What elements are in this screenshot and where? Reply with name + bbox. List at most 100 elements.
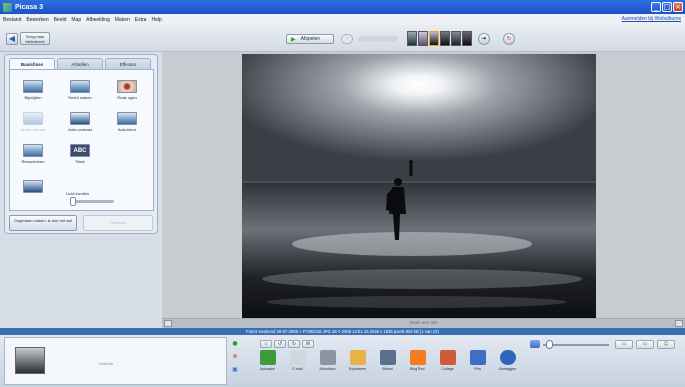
collage-label: Collage — [441, 367, 454, 371]
window-controls: _ □ × — [651, 2, 683, 12]
export-label: Exporteren — [348, 367, 367, 371]
thumbnail-strip — [407, 31, 472, 46]
basic-fixes-pane: Bijsnijden Recht maken Rode ogen Ik doe … — [9, 69, 154, 211]
rotate-right-icon[interactable]: ↻ — [288, 340, 300, 348]
menu-picture[interactable]: Afbeelding — [86, 17, 110, 23]
menu-help[interactable]: Help — [151, 17, 161, 23]
caption-bar: Maak een titel — [162, 318, 685, 328]
caption-input[interactable]: Maak een titel — [162, 320, 685, 325]
movie-label: Film — [474, 367, 481, 371]
edit-panel: Basisfixes Afstellen Effecten Bijsnijden… — [4, 54, 158, 234]
fill-light-label: Licht invullen — [66, 191, 90, 196]
timeline-button[interactable]: ◔ — [341, 34, 353, 44]
rotate-icon[interactable]: ↻ — [503, 33, 515, 45]
fit-view-icon[interactable]: ▭ — [615, 340, 633, 349]
retouch-tool[interactable]: Retoucheren — [12, 144, 54, 164]
thumbnail[interactable] — [440, 31, 450, 46]
play-icon: ▶ — [291, 35, 296, 43]
thumbnail[interactable] — [462, 31, 472, 46]
next-arrow-icon[interactable]: ➔ — [478, 33, 490, 45]
tab-basic-fixes[interactable]: Basisfixes — [9, 58, 55, 69]
maximize-button[interactable]: □ — [662, 2, 672, 12]
selection-tray: Selectie — [4, 337, 227, 385]
back-to-library-label: Terug naar bibliotheek — [20, 32, 50, 45]
toolbar-slider[interactable] — [358, 36, 398, 42]
edit-tabs: Basisfixes Afstellen Effecten — [9, 58, 151, 69]
menu-folder[interactable]: Map — [71, 17, 81, 23]
email-icon — [289, 350, 306, 365]
auto-contrast-tool[interactable]: Auto-contrast — [59, 112, 101, 132]
tray-thumbnail[interactable] — [15, 347, 45, 374]
fill-light-slider[interactable] — [70, 200, 114, 203]
auto-contrast-icon — [70, 112, 90, 125]
back-to-library-button[interactable]: ◀ Terug naar bibliotheek — [6, 31, 52, 46]
rotate-left-icon[interactable]: ↺ — [274, 340, 286, 348]
geotag-label: Geotaggen — [498, 367, 517, 371]
blogthis-label: BlogThis! — [410, 367, 425, 371]
export-folder-icon — [349, 350, 366, 365]
shop-icon — [379, 350, 396, 365]
quick-edit-row: ☆ ↺ ↻ ✉ — [260, 340, 314, 348]
menu-view[interactable]: Beeld — [54, 17, 67, 23]
export-button[interactable]: Exporteren — [345, 350, 370, 371]
straighten-tool[interactable]: Recht maken — [59, 80, 101, 100]
menu-bar: Bestand Bewerken Beeld Map Afbeelding Ma… — [0, 14, 685, 25]
thumbnail[interactable] — [418, 31, 428, 46]
email-label: E-mail — [292, 367, 303, 371]
undo-button[interactable]: Ongedaan maken: ik doe het wel — [9, 215, 77, 231]
text-tool[interactable]: ABC Tekst — [59, 144, 101, 164]
photo-beach-sunset[interactable] — [242, 54, 596, 318]
shop-button[interactable]: Winkel — [375, 350, 400, 371]
blogthis-button[interactable]: BlogThis! — [405, 350, 430, 371]
collage-button[interactable]: Collage — [435, 350, 460, 371]
tray-tools: ● ⊗ ▣ — [229, 339, 241, 383]
geotag-button[interactable]: Geotaggen — [495, 350, 520, 371]
clear-selection-icon[interactable]: ⊗ — [231, 352, 240, 361]
film-icon — [469, 350, 486, 365]
red-eye-label: Rode ogen — [117, 95, 137, 100]
minimize-button[interactable]: _ — [651, 2, 661, 12]
print-label: Afdrukken — [319, 367, 336, 371]
email-button[interactable]: E-mail — [285, 350, 310, 371]
faces-icon[interactable]: ☺ — [657, 340, 675, 349]
print-button[interactable]: Afdrukken — [315, 350, 340, 371]
photo-viewer — [162, 52, 685, 318]
tray-label: Selectie — [99, 361, 114, 366]
pin-icon[interactable]: ● — [231, 339, 240, 348]
auto-contrast-label: Auto-contrast — [68, 127, 92, 132]
movie-button[interactable]: Film — [465, 350, 490, 371]
auto-color-tool[interactable]: Auto-kleur — [106, 112, 148, 132]
picasa-app-icon — [3, 2, 12, 12]
upload-button[interactable]: Uploaden — [255, 350, 280, 371]
fill-light-slider-handle[interactable] — [70, 197, 76, 206]
tag-icon[interactable]: ✉ — [302, 340, 314, 348]
retouch-label: Retoucheren — [21, 159, 45, 164]
star-icon[interactable]: ☆ — [260, 340, 272, 348]
thumbnail[interactable] — [407, 31, 417, 46]
sign-in-link[interactable]: Aanmelden bij Webalbums — [622, 16, 681, 22]
thumbnail[interactable] — [451, 31, 461, 46]
zoom-slider-handle[interactable] — [546, 340, 553, 349]
actual-size-icon[interactable]: ▭ — [636, 340, 654, 349]
im-feeling-lucky-icon — [23, 112, 43, 125]
expand-button[interactable] — [675, 320, 683, 327]
add-to-album-icon[interactable]: ▣ — [231, 365, 240, 374]
straighten-icon — [70, 80, 90, 93]
redo-button[interactable]: Herhalen — [83, 215, 153, 231]
menu-tools[interactable]: Extra — [135, 17, 147, 23]
text-label: Tekst — [75, 159, 85, 164]
tab-tuning[interactable]: Afstellen — [57, 58, 103, 69]
menu-create[interactable]: Maken — [115, 17, 130, 23]
crop-label: Bijsnijden — [24, 95, 42, 100]
close-button[interactable]: × — [673, 2, 683, 12]
blogger-icon — [409, 350, 426, 365]
thumbnail-selected[interactable] — [429, 31, 439, 46]
menu-file[interactable]: Bestand — [3, 17, 21, 23]
globe-icon — [499, 350, 516, 365]
im-feeling-lucky-tool[interactable]: Ik doe het wel — [12, 112, 54, 132]
crop-tool[interactable]: Bijsnijden — [12, 80, 54, 100]
tab-effects[interactable]: Effecten — [105, 58, 151, 69]
menu-edit[interactable]: Bewerken — [26, 17, 48, 23]
play-slideshow-button[interactable]: ▶ Afspelen — [286, 34, 334, 44]
red-eye-tool[interactable]: Rode ogen — [106, 80, 148, 100]
